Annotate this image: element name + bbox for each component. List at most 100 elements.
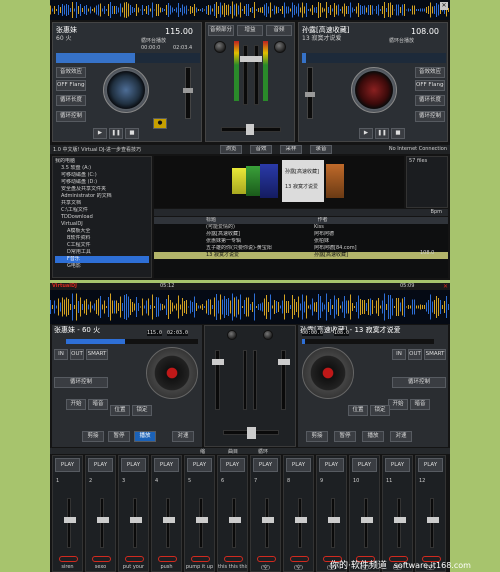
deck2-right-play[interactable]: 剪接 <box>306 431 328 442</box>
sampler-record-icon[interactable] <box>257 556 276 562</box>
deck-right-effect-select[interactable]: OFF Flanger <box>415 80 445 91</box>
sampler-record-icon[interactable] <box>191 556 210 562</box>
sampler-record-icon[interactable] <box>59 556 78 562</box>
sampler-fader-knob[interactable] <box>129 517 142 523</box>
file-row[interactable]: 五子雄的你(只要你说)-黄宝阳 阿布阿德[84.com] <box>154 245 448 252</box>
tree-item[interactable]: F音乐 <box>55 256 149 263</box>
sampler-fader-knob[interactable] <box>294 517 307 523</box>
deck-left-stop-button[interactable]: ■ <box>125 128 139 139</box>
deck2-right-smart[interactable]: SMART <box>424 349 446 360</box>
mixer2-channel-right[interactable] <box>253 350 257 410</box>
sampler-fader-knob[interactable] <box>393 517 406 523</box>
sampler-volume-fader[interactable] <box>360 498 373 548</box>
deck2-left-progress[interactable] <box>66 339 198 344</box>
file-row[interactable]: 孙露[高速收藏] 阿布阿德 <box>154 231 448 238</box>
sampler-record-icon[interactable] <box>125 556 144 562</box>
sampler-fader-knob[interactable] <box>261 517 274 523</box>
deck2-right-in[interactable]: IN <box>392 349 406 360</box>
sampler-volume-fader[interactable] <box>228 498 241 548</box>
deck2-left-in[interactable]: IN <box>54 349 68 360</box>
deck2-left-smart[interactable]: SMART <box>86 349 108 360</box>
sampler-play-button[interactable]: PLAY <box>352 458 377 472</box>
sampler-play-button[interactable]: PLAY <box>319 458 344 472</box>
sampler-volume-fader[interactable] <box>294 498 307 548</box>
deck-left-play-button[interactable]: ▶ <box>93 128 107 139</box>
tree-item[interactable]: VirtualDJ <box>55 221 149 228</box>
deck-right-fx-button[interactable]: 音效效应 <box>415 67 445 78</box>
deck2-left-stop[interactable]: 暂停 <box>108 431 130 442</box>
deck2-left-play[interactable]: 剪接 <box>82 431 104 442</box>
sampler-record-icon[interactable] <box>158 556 177 562</box>
mixer2-knob-1[interactable] <box>227 330 237 340</box>
tree-item[interactable]: TDDownload <box>55 214 149 221</box>
deck-right-loop-length[interactable]: 循环长度 <box>415 95 445 106</box>
deck-left-turntable[interactable] <box>103 67 149 113</box>
deck-left-minimap[interactable] <box>56 53 200 63</box>
deck2-left-cue[interactable]: 暗音 <box>88 399 108 410</box>
deck-left-cue-button[interactable]: ● <box>153 118 167 129</box>
sampler-record-icon[interactable] <box>290 556 309 562</box>
deck2-right-loop-row[interactable]: 循环控制 <box>392 377 446 388</box>
sampler-record-icon[interactable] <box>224 556 243 562</box>
tree-item[interactable]: B软件资料 <box>55 235 149 242</box>
sampler-fader-knob[interactable] <box>96 517 109 523</box>
deck-right-pause-button[interactable]: ❚❚ <box>375 128 389 139</box>
tab-sampler[interactable]: 采样 <box>280 145 302 154</box>
deck2-right-progress[interactable] <box>302 339 434 344</box>
sampler-fader-knob[interactable] <box>195 517 208 523</box>
tree-item[interactable]: A模板大全 <box>55 228 149 235</box>
tree-item[interactable]: 共享文档 <box>55 200 149 207</box>
sampler-fader-knob[interactable] <box>63 517 76 523</box>
tab-tracks[interactable]: 曲目 <box>228 448 238 455</box>
sampler-volume-fader[interactable] <box>63 498 76 548</box>
sampler-volume-fader[interactable] <box>393 498 406 548</box>
mixer-gain-button[interactable]: 增益 <box>237 25 263 36</box>
deck2-left-turntable[interactable] <box>146 347 198 399</box>
close-window-icon[interactable]: ✕ <box>443 283 448 290</box>
sampler-play-button[interactable]: PLAY <box>55 458 80 472</box>
tree-item[interactable]: D常用工具 <box>55 249 149 256</box>
mixer-gain-left-knob[interactable] <box>214 41 226 53</box>
browser-search[interactable]: Bpm <box>154 209 448 216</box>
deck-left-loop-length[interactable]: 循环长度 <box>56 95 86 106</box>
sampler-volume-fader[interactable] <box>129 498 142 548</box>
deck-left-pitch-fader[interactable] <box>183 67 193 119</box>
sampler-fader-knob[interactable] <box>228 517 241 523</box>
tree-item[interactable]: 3.5 软盘 (A:) <box>55 165 149 172</box>
deck2-left-play-active[interactable]: 播放 <box>134 431 156 442</box>
mixer2-knob-2[interactable] <box>263 330 273 340</box>
deck2-right-out[interactable]: OUT <box>408 349 422 360</box>
file-row[interactable]: 13 寂寞才说爱 孙露[高速收藏] <box>154 252 448 259</box>
mixer2-vol-left[interactable] <box>212 350 224 410</box>
file-row[interactable]: (可能爱情的) Kiss <box>154 224 448 231</box>
tab-record[interactable]: 录音 <box>310 145 332 154</box>
deck2-right-lock[interactable]: 锁定 <box>370 405 390 416</box>
deck2-left-lock[interactable]: 锁定 <box>132 405 152 416</box>
mixer-crossfader[interactable] <box>221 124 281 135</box>
file-row[interactable]: 张惠妹第一专辑 张柏妹 <box>154 238 448 245</box>
deck2-left-start[interactable]: 开始 <box>66 399 86 410</box>
deck2-right-turntable[interactable] <box>302 347 354 399</box>
mixer2-vol-right[interactable] <box>278 350 290 410</box>
sampler-volume-fader[interactable] <box>162 498 175 548</box>
tab-shrink[interactable]: 缩 <box>200 448 205 455</box>
mixer-volume-left[interactable] <box>240 45 251 105</box>
sampler-play-button[interactable]: PLAY <box>88 458 113 472</box>
tree-item[interactable]: G电影 <box>55 263 149 270</box>
mixer-audio-button[interactable]: 音频部分 <box>208 25 234 36</box>
deck-left-effect-select[interactable]: OFF Flanger <box>56 80 86 91</box>
deck2-right-sync[interactable]: 对速 <box>390 431 412 442</box>
tree-item[interactable]: C:\工程文件 <box>55 207 149 214</box>
tree-item[interactable]: 可移动磁盘 (C:) <box>55 172 149 179</box>
column-title[interactable]: 标题 <box>156 217 316 224</box>
deck2-left-pos[interactable]: 位置 <box>110 405 130 416</box>
sampler-record-icon[interactable] <box>92 556 111 562</box>
sampler-play-button[interactable]: PLAY <box>286 458 311 472</box>
tree-item[interactable]: C工程文件 <box>55 242 149 249</box>
sampler-play-button[interactable]: PLAY <box>154 458 179 472</box>
tab-loops[interactable]: 循环 <box>258 448 268 455</box>
deck2-right-play-active[interactable]: 播放 <box>362 431 384 442</box>
sampler-play-button[interactable]: PLAY <box>253 458 278 472</box>
sampler-play-button[interactable]: PLAY <box>121 458 146 472</box>
deck-right-turntable[interactable] <box>351 67 397 113</box>
